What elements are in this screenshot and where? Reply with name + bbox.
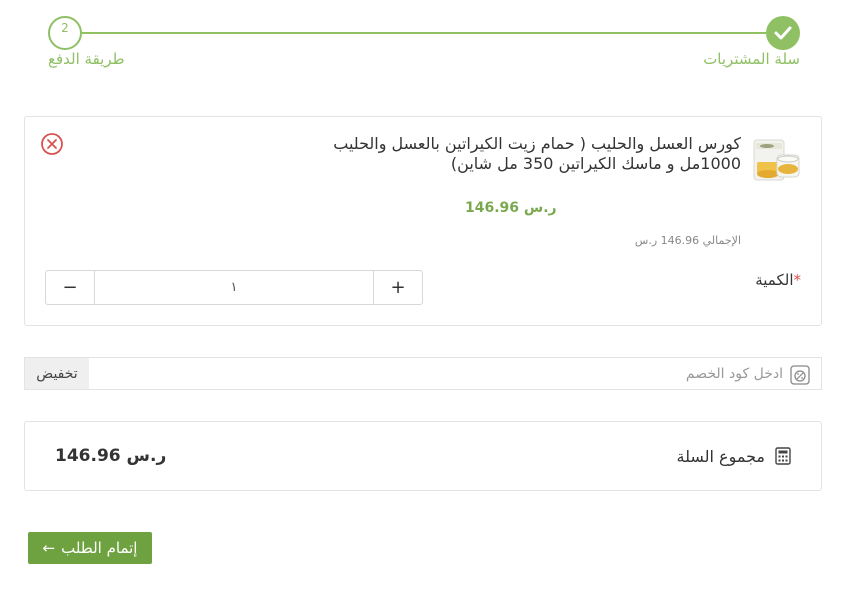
required-asterisk: * — [793, 271, 802, 289]
coupon-field — [89, 358, 821, 389]
quantity-label-text: الكمية — [755, 271, 794, 289]
checkout-button[interactable]: ← إتمام الطلب — [28, 532, 152, 564]
product-price: 146.96 ر.س — [465, 200, 557, 216]
cart-item-card: كورس العسل والحليب ( حمام زيت الكيراتين … — [24, 116, 822, 326]
arrow-left-icon: ← — [42, 539, 56, 557]
coupon-code-input[interactable] — [89, 358, 821, 389]
cart-total-card: مجموع السلة 146.96 ر.س — [24, 421, 822, 491]
step-cart-label: سلة المشتريات — [703, 50, 800, 68]
step-cart-complete — [766, 16, 800, 50]
coupon-icon — [790, 365, 810, 385]
quantity-stepper: − + — [45, 270, 423, 305]
apply-coupon-button[interactable]: تخفيض — [25, 358, 89, 389]
product-title[interactable]: كورس العسل والحليب ( حمام زيت الكيراتين … — [271, 134, 741, 174]
check-icon — [774, 26, 792, 40]
checkout-button-label: إتمام الطلب — [61, 539, 138, 557]
remove-item-icon[interactable] — [40, 132, 64, 156]
stepper-progress-line — [82, 32, 768, 34]
product-thumbnail[interactable] — [751, 137, 801, 185]
quantity-label: الكمية* — [755, 271, 801, 289]
quantity-input[interactable] — [94, 271, 374, 304]
increase-quantity-button[interactable]: + — [374, 271, 422, 304]
coupon-form: تخفيض — [24, 357, 822, 390]
calculator-icon — [775, 447, 791, 465]
cart-total-value: 146.96 ر.س — [55, 446, 167, 466]
cart-total-label: مجموع السلة — [676, 447, 765, 466]
product-line-total: الإجمالي 146.96 ر.س — [634, 234, 741, 247]
decrease-quantity-button[interactable]: − — [46, 271, 94, 304]
step-payment-label: طريقة الدفع — [48, 50, 125, 68]
step-payment-number: 2 — [48, 16, 82, 50]
